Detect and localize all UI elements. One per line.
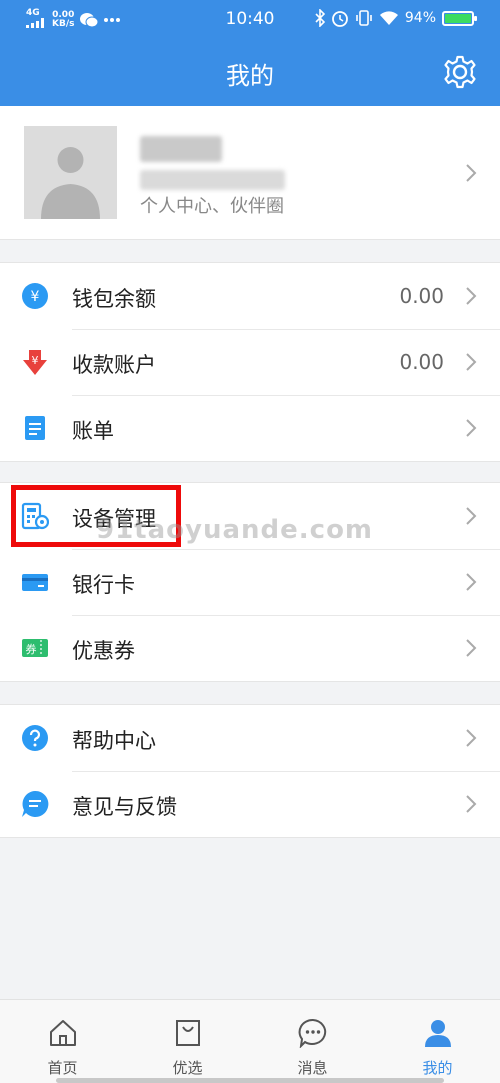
tab-label: 优选 xyxy=(172,1059,203,1077)
menu-item-label: 设备管理 xyxy=(72,507,156,531)
message-icon xyxy=(298,1018,326,1048)
menu-item-bank-card[interactable]: 银行卡 xyxy=(0,549,500,615)
menu-item-label: 钱包余额 xyxy=(72,287,156,311)
bill-icon xyxy=(25,416,45,440)
profile-card[interactable]: 个人中心、伙伴圈 xyxy=(0,106,500,240)
bottom-tab-bar: 首页 优选 消息 我的 xyxy=(0,999,500,1083)
chevron-right-icon xyxy=(466,419,477,437)
home-indicator xyxy=(56,1078,444,1083)
status-bar: 4G 0.00 KB/s 10:40 94% xyxy=(0,0,500,38)
chevron-right-icon xyxy=(466,164,477,182)
menu-item-label: 账单 xyxy=(72,419,114,443)
home-icon xyxy=(49,1020,76,1046)
tab-label: 我的 xyxy=(422,1059,453,1077)
menu-item-label: 意见与反馈 xyxy=(72,795,177,819)
menu-item-device-management[interactable]: 设备管理 xyxy=(0,483,500,549)
svg-text:¥: ¥ xyxy=(31,289,40,305)
chevron-right-icon xyxy=(466,639,477,657)
shopping-bag-icon xyxy=(175,1020,200,1046)
feedback-icon xyxy=(22,790,49,817)
avatar[interactable] xyxy=(24,126,117,219)
user-icon xyxy=(424,1020,451,1047)
device-management-icon xyxy=(21,502,49,530)
battery-percent: 94% xyxy=(404,10,436,26)
menu-item-coupon[interactable]: 券 优惠券 xyxy=(0,615,500,681)
menu-item-label: 收款账户 xyxy=(72,353,156,377)
menu-group-support: 帮助中心 意见与反馈 xyxy=(0,704,500,838)
battery-icon xyxy=(442,10,477,26)
tab-messages[interactable]: 消息 xyxy=(250,1000,375,1083)
chevron-right-icon xyxy=(466,507,477,525)
top-navigation-bar: 我的 xyxy=(0,38,500,106)
tab-label: 消息 xyxy=(297,1059,328,1077)
tab-featured[interactable]: 优选 xyxy=(125,1000,250,1083)
wallet-balance-value: 0.00 xyxy=(399,284,444,308)
tab-mine[interactable]: 我的 xyxy=(375,1000,500,1083)
svg-text:¥: ¥ xyxy=(32,354,39,367)
menu-item-wallet-balance[interactable]: ¥ 钱包余额 0.00 xyxy=(0,263,500,329)
receive-account-icon: ¥ xyxy=(23,350,47,375)
coupon-icon-text: 券 xyxy=(26,642,37,656)
menu-item-feedback[interactable]: 意见与反馈 xyxy=(0,771,500,837)
alarm-icon xyxy=(331,11,348,27)
wifi-icon xyxy=(379,11,398,25)
menu-group-devices: 设备管理 银行卡 券 优惠券 xyxy=(0,482,500,682)
battery-fill xyxy=(445,13,472,23)
profile-subtitle: 个人中心、伙伴圈 xyxy=(140,196,284,217)
vibrate-icon xyxy=(356,10,372,26)
chevron-right-icon xyxy=(466,573,477,591)
wallet-icon: ¥ xyxy=(22,283,48,309)
menu-item-help-center[interactable]: 帮助中心 xyxy=(0,705,500,771)
receive-account-value: 0.00 xyxy=(399,350,444,374)
chevron-right-icon xyxy=(466,287,477,305)
menu-item-label: 帮助中心 xyxy=(72,729,156,753)
blurred-username xyxy=(140,136,222,162)
menu-group-wallet: ¥ 钱包余额 0.00 ¥ 收款账户 0.00 账单 xyxy=(0,262,500,462)
chevron-right-icon xyxy=(466,729,477,747)
menu-item-receive-account[interactable]: ¥ 收款账户 0.00 xyxy=(0,329,500,395)
default-avatar-icon xyxy=(24,126,117,219)
chevron-right-icon xyxy=(466,353,477,371)
chevron-right-icon xyxy=(466,795,477,813)
coupon-icon: 券 xyxy=(22,639,48,657)
status-right: 94% xyxy=(315,9,477,27)
help-icon xyxy=(22,725,48,751)
menu-item-bill[interactable]: 账单 xyxy=(0,395,500,461)
settings-gear-icon[interactable] xyxy=(442,54,478,90)
menu-item-label: 优惠券 xyxy=(72,639,135,663)
menu-item-label: 银行卡 xyxy=(72,573,135,597)
tab-home[interactable]: 首页 xyxy=(0,1000,125,1083)
bluetooth-icon xyxy=(315,9,325,27)
bank-card-icon xyxy=(22,574,48,591)
page-title: 我的 xyxy=(226,62,274,90)
blurred-phone-number xyxy=(140,170,285,190)
tab-label: 首页 xyxy=(47,1059,78,1077)
